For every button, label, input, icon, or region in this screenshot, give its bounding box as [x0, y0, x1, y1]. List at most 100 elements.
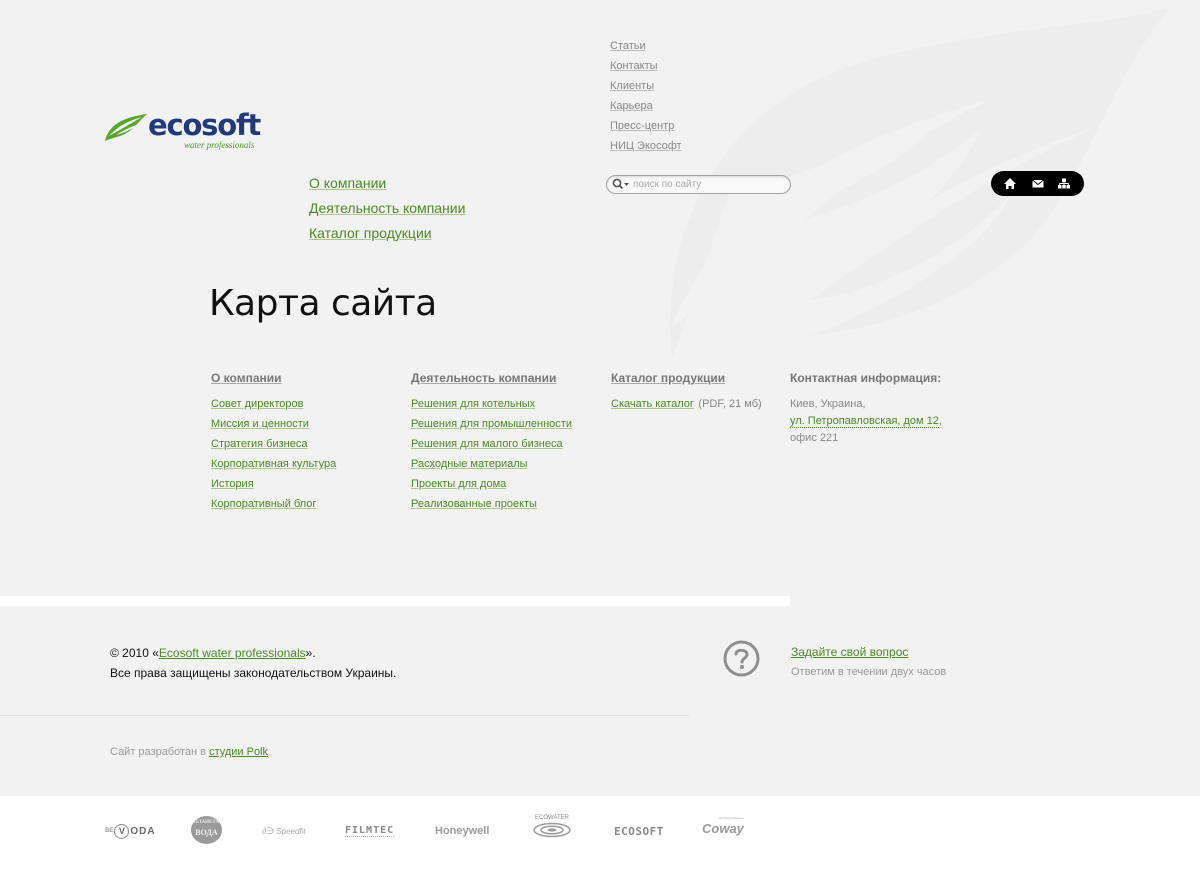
developer-link[interactable]: студии Polk [209, 746, 268, 758]
list-item: Совет директоров [211, 396, 336, 416]
top-link-item: Пресс-центр [610, 118, 682, 138]
page-title: Карта сайта [209, 283, 437, 324]
contact-address-link[interactable]: ул. Петропавловская, дом 12 [790, 415, 939, 428]
ask-question-link[interactable]: Задайте свой вопрос [791, 645, 908, 659]
partner-logo-voda[interactable]: ВЕ V ODA [105, 818, 156, 844]
top-link-item: Клиенты [610, 78, 682, 98]
sitemap-link-history[interactable]: История [211, 478, 254, 490]
top-link-articles[interactable]: Статьи [610, 40, 646, 52]
contact-heading: Контактная информация: [790, 371, 942, 385]
top-link-item: НИЦ Экософт [610, 138, 682, 158]
partner-logo-planeta-voda[interactable]: ПЛАНЕТА ВОДА [191, 816, 222, 844]
list-item: Стратегия бизнеса [211, 436, 336, 456]
sitemap-link-blog[interactable]: Корпоративный блог [211, 498, 316, 510]
download-catalog-note: (PDF, 21 мб) [698, 398, 762, 410]
sitemap-list-catalog: Скачать каталог (PDF, 21 мб) [611, 396, 762, 416]
developer-credit: Сайт разработан в студии Polk [110, 746, 268, 758]
main-navigation: О компании Деятельность компании Каталог… [309, 174, 465, 249]
voda-circle-icon: V [114, 823, 130, 839]
main-nav-item: Деятельность компании [309, 199, 465, 224]
sitemap-heading-catalog[interactable]: Каталог продукции [611, 370, 762, 390]
top-link-item: Контакты [610, 58, 682, 78]
honeywell-text: Honeywell [435, 825, 490, 837]
partner-logo-speedfit[interactable]: ∂∋ Speedfit [262, 818, 306, 844]
search-input[interactable] [633, 177, 783, 191]
quick-icons-bar [991, 171, 1084, 196]
sitemap-heading-activity[interactable]: Деятельность компании [411, 370, 572, 390]
list-item: Реализованные проекты [411, 496, 572, 516]
sitemap-icon[interactable] [1057, 177, 1071, 190]
list-item: Скачать каталог (PDF, 21 мб) [611, 396, 762, 416]
sitemap-link-board[interactable]: Совет директоров [211, 398, 303, 410]
partner-logo-ecowater[interactable]: ECOWATER [532, 814, 572, 844]
footer-divider [0, 715, 689, 716]
copyright-line: © 2010 «Ecosoft water professionals». [110, 643, 396, 663]
search-box[interactable] [606, 175, 791, 194]
voda-prefix: ВЕ [105, 828, 114, 834]
logo-wordmark: ecosoft [148, 108, 261, 142]
divider-strip [0, 596, 790, 606]
contact-city: Киев, Украина, [790, 398, 866, 410]
mail-icon[interactable] [1031, 177, 1045, 190]
ecowater-swirl-icon [533, 822, 571, 838]
main-nav-item: О компании [309, 174, 465, 199]
ecowater-text: ECOWATER [535, 815, 569, 821]
sitemap-link-home-projects[interactable]: Проекты для дома [411, 478, 506, 490]
developer-prefix: Сайт разработан в [110, 746, 210, 758]
sitemap-list-activity: Решения для котельных Решения для промыш… [411, 396, 572, 516]
search-icon[interactable] [612, 178, 630, 191]
speedfit-text: Speedfit [276, 826, 306, 836]
contact-address-suffix: , [938, 415, 942, 427]
copyright-link[interactable]: Ecosoft water professionals [159, 646, 306, 660]
main-nav-item: Каталог продукции [309, 224, 465, 249]
home-icon[interactable] [1003, 177, 1017, 190]
list-item: Решения для малого бизнеса [411, 436, 572, 456]
sitemap-link-strategy[interactable]: Стратегия бизнеса [211, 438, 307, 450]
list-item: Решения для промышленности [411, 416, 572, 436]
question-icon[interactable] [723, 640, 760, 677]
sitemap-link-completed-projects[interactable]: Реализованные проекты [411, 498, 537, 510]
main-nav-activity[interactable]: Деятельность компании [309, 200, 465, 216]
list-item: Решения для котельных [411, 396, 572, 416]
voda-text: ODA [130, 825, 156, 837]
ecosoft-partner-text: ECOSOFT [614, 824, 664, 838]
partner-logo-filmtec[interactable]: FILMTEC [345, 818, 395, 844]
top-link-career[interactable]: Карьера [610, 100, 653, 112]
download-catalog-link[interactable]: Скачать каталог [611, 398, 694, 410]
sitemap-list-about: Совет директоров Миссия и ценности Страт… [211, 396, 336, 516]
main-nav-about[interactable]: О компании [309, 175, 386, 191]
sitemap-link-consumables[interactable]: Расходные материалы [411, 458, 528, 470]
filmtec-text: FILMTEC [345, 825, 395, 837]
logo-leaf-icon [105, 114, 147, 141]
sitemap-link-industry[interactable]: Решения для промышленности [411, 418, 572, 430]
sitemap-column-about: О компании Совет директоров Миссия и цен… [211, 370, 336, 516]
list-item: История [211, 476, 336, 496]
footer-copyright: © 2010 «Ecosoft water professionals». Вс… [110, 643, 396, 683]
sitemap-link-boilers[interactable]: Решения для котельных [411, 398, 535, 410]
partner-logo-coway[interactable]: We Bring Wellness Coway [702, 816, 744, 844]
list-item: Расходные материалы [411, 456, 572, 476]
sitemap-column-contact: Контактная информация: Киев, Украина, ул… [790, 370, 942, 447]
top-link-item: Карьера [610, 98, 682, 118]
top-link-research-center[interactable]: НИЦ Экософт [610, 140, 682, 152]
sitemap-heading-about[interactable]: О компании [211, 370, 336, 390]
ecosoft-logo[interactable]: ecosoft water professionals [104, 108, 264, 156]
partner-logo-honeywell[interactable]: Honeywell [435, 818, 489, 844]
speedfit-mark-icon: ∂∋ [262, 825, 275, 836]
copyright-prefix: © 2010 « [110, 646, 159, 660]
sitemap-link-culture[interactable]: Корпоративная культура [211, 458, 336, 470]
list-item: Миссия и ценности [211, 416, 336, 436]
planeta-voda-badge: ПЛАНЕТА ВОДА [191, 816, 222, 844]
top-link-item: Статьи [610, 38, 682, 58]
top-links-menu: Статьи Контакты Клиенты Карьера Пресс-це… [610, 38, 682, 158]
partners-strip: ВЕ V ODA ПЛАНЕТА ВОДА ∂∋ Speedfit FILMTE… [0, 796, 1200, 870]
top-link-press-center[interactable]: Пресс-центр [610, 120, 674, 132]
sitemap-link-small-business[interactable]: Решения для малого бизнеса [411, 438, 563, 450]
main-nav-catalog[interactable]: Каталог продукции [309, 225, 432, 241]
sitemap-link-mission[interactable]: Миссия и ценности [211, 418, 309, 430]
top-link-clients[interactable]: Клиенты [610, 80, 654, 92]
partner-logo-ecosoft[interactable]: ECOSOFT [614, 818, 664, 844]
rights-text: Все права защищены законодательством Укр… [110, 666, 397, 680]
list-item: Корпоративный блог [211, 496, 336, 516]
top-link-contacts[interactable]: Контакты [610, 60, 658, 72]
